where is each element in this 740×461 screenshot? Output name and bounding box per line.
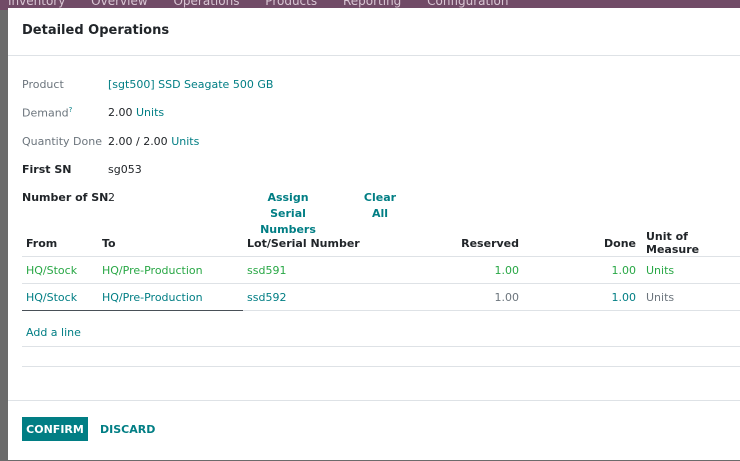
quantity-done-unit: Units	[171, 135, 200, 148]
table-divider	[22, 366, 740, 367]
clear-all-button[interactable]: Clear All	[362, 190, 398, 222]
discard-button[interactable]: DISCARD	[100, 423, 155, 436]
menu-configuration[interactable]: Configuration	[427, 0, 508, 8]
navbar-menu: Inventory Overview Operations Products R…	[8, 0, 531, 8]
cell-reserved: 1.00	[423, 283, 525, 311]
add-line-row: Add a line	[22, 318, 740, 347]
quantity-done-label: Quantity Done	[22, 135, 102, 148]
col-header-done[interactable]: Done	[525, 230, 642, 257]
cell-done[interactable]: 1.00	[525, 283, 642, 311]
cell-to[interactable]: HQ/Pre-Production	[98, 283, 243, 311]
dialog-header: Detailed Operations	[8, 8, 740, 56]
demand-unit: Units	[136, 106, 165, 119]
col-header-uom[interactable]: Unit of Measure	[642, 230, 740, 257]
cell-lot[interactable]: ssd592	[243, 283, 423, 311]
menu-products[interactable]: Products	[265, 0, 317, 8]
table-header-row: From To Lot/Serial Number Reserved Done …	[22, 230, 740, 257]
cell-uom[interactable]: Units	[642, 256, 740, 284]
table-row[interactable]: HQ/Stock HQ/Pre-Production ssd592 1.00 1…	[22, 283, 740, 311]
detailed-operations-dialog: Detailed Operations Product [sgt500] SSD…	[8, 8, 740, 460]
cell-from[interactable]: HQ/Stock	[22, 283, 98, 311]
product-link[interactable]: [sgt500] SSD Seagate 500 GB	[108, 78, 273, 91]
dialog-title: Detailed Operations	[22, 23, 170, 38]
col-header-to[interactable]: To	[98, 230, 243, 257]
menu-reporting[interactable]: Reporting	[343, 0, 401, 8]
first-sn-field[interactable]: sg053	[108, 163, 142, 176]
col-header-lot[interactable]: Lot/Serial Number	[243, 230, 423, 257]
confirm-button[interactable]: CONFIRM	[22, 417, 88, 441]
table-row[interactable]: HQ/Stock HQ/Pre-Production ssd591 1.00 1…	[22, 256, 740, 284]
demand-value: 2.00 Units	[108, 106, 165, 119]
cell-lot[interactable]: ssd591	[243, 256, 423, 284]
help-icon[interactable]: ?	[69, 106, 73, 114]
demand-label: Demand?	[22, 106, 73, 120]
cell-to[interactable]: HQ/Pre-Production	[98, 256, 243, 284]
number-of-sn-field[interactable]: 2	[108, 191, 115, 204]
menu-operations[interactable]: Operations	[173, 0, 239, 8]
col-header-reserved[interactable]: Reserved	[423, 230, 525, 257]
cell-from[interactable]: HQ/Stock	[22, 256, 98, 284]
number-of-sn-label: Number of SN	[22, 191, 109, 204]
quantity-done-value: 2.00 / 2.00 Units	[108, 135, 200, 148]
dialog-footer: CONFIRM DISCARD	[8, 400, 740, 461]
app-name[interactable]: Inventory	[8, 0, 65, 8]
product-label: Product	[22, 78, 64, 91]
cell-uom[interactable]: Units	[642, 283, 740, 311]
col-header-from[interactable]: From	[22, 230, 98, 257]
cell-reserved: 1.00	[423, 256, 525, 284]
first-sn-label: First SN	[22, 163, 72, 176]
move-lines-table: From To Lot/Serial Number Reserved Done …	[22, 230, 740, 311]
menu-overview[interactable]: Overview	[91, 0, 148, 8]
add-line-link[interactable]: Add a line	[26, 326, 81, 339]
cell-done[interactable]: 1.00	[525, 256, 642, 284]
